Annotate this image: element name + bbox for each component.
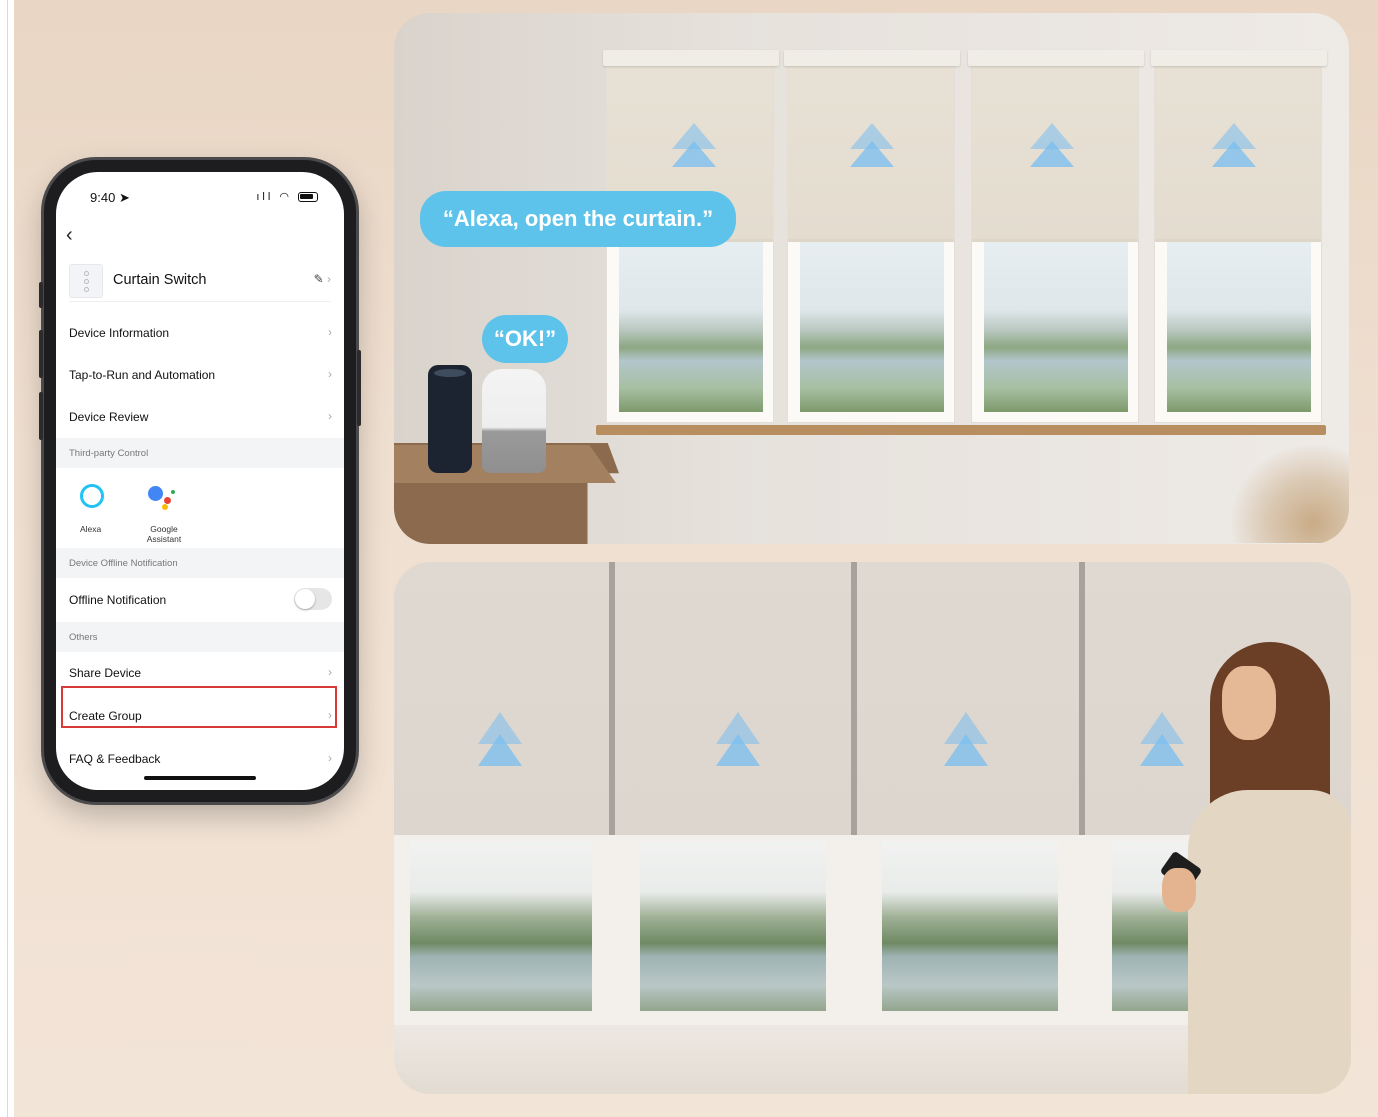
amazon-echo-speaker-icon xyxy=(428,365,472,473)
google-assistant-label: Google Assistant xyxy=(146,524,182,544)
menu-item-label: Share Device xyxy=(69,666,142,680)
up-arrow-icon xyxy=(672,141,716,167)
menu-item-label: Device Review xyxy=(69,410,149,424)
chevron-right-icon: › xyxy=(328,665,332,679)
woman-holding-phone xyxy=(1159,642,1351,1094)
phone-mute-button xyxy=(39,282,43,308)
create-group-highlight-box xyxy=(61,686,337,728)
window xyxy=(968,50,1144,423)
menu-device-information[interactable]: Device Information › xyxy=(56,312,344,354)
chevron-right-icon: › xyxy=(328,367,332,381)
menu-item-label: FAQ & Feedback xyxy=(69,752,161,766)
speech-bubble-reply: “OK!” xyxy=(482,315,568,363)
up-arrow-icon xyxy=(478,734,522,766)
alexa-icon xyxy=(80,484,104,508)
edit-pencil-icon[interactable]: ✎ › xyxy=(314,272,331,286)
chevron-right-icon: › xyxy=(328,751,332,765)
chevron-right-icon: › xyxy=(328,409,332,423)
speech-bubble-command: “Alexa, open the curtain.” xyxy=(420,191,736,247)
offline-notification-label: Offline Notification xyxy=(69,593,167,607)
signal-icon: ıll xyxy=(256,191,274,203)
curtain-switch-thumbnail-icon xyxy=(69,264,103,298)
up-arrow-icon xyxy=(1212,141,1256,167)
up-arrow-icon xyxy=(716,734,760,766)
chevron-right-icon: › xyxy=(328,325,332,339)
wifi-icon: ◠ xyxy=(279,191,292,203)
section-header-others: Others xyxy=(56,622,344,652)
device-header[interactable]: Curtain Switch ✎ › xyxy=(69,264,331,302)
up-arrow-icon xyxy=(1030,141,1074,167)
roller-shade xyxy=(394,562,609,835)
up-arrow-icon xyxy=(850,141,894,167)
menu-tap-to-run[interactable]: Tap-to-Run and Automation › xyxy=(56,354,344,396)
menu-item-label: Tap-to-Run and Automation xyxy=(69,368,216,382)
voice-control-scene: “Alexa, open the curtain.” “OK!” xyxy=(394,13,1349,544)
alexa-label: Alexa xyxy=(80,524,102,534)
window xyxy=(784,50,960,423)
dried-plant-decor xyxy=(1229,443,1349,543)
status-bar: 9:40 ➤ ıll ◠ xyxy=(56,172,344,216)
status-time: 9:40 ➤ xyxy=(90,190,130,205)
device-name: Curtain Switch xyxy=(113,272,207,288)
window xyxy=(1151,50,1327,423)
up-arrow-icon xyxy=(944,734,988,766)
menu-item-label: Device Information xyxy=(69,326,170,340)
battery-icon xyxy=(298,192,318,203)
menu-faq-feedback[interactable]: FAQ & Feedback › xyxy=(56,738,344,780)
window-pane-lake-view xyxy=(640,841,826,1011)
window-pane-lake-view xyxy=(410,841,592,1011)
phone-volume-down-button xyxy=(39,392,43,440)
window-pane-lake-view xyxy=(882,841,1058,1011)
google-home-speaker-icon xyxy=(482,369,546,473)
roller-shade xyxy=(857,562,1079,835)
google-assistant-icon xyxy=(148,484,178,510)
remote-control-scene xyxy=(394,562,1351,1094)
phone-power-button xyxy=(357,350,361,426)
section-header-third-party: Third-party Control xyxy=(56,438,344,468)
offline-notification-row: Offline Notification xyxy=(56,578,344,622)
offline-notification-toggle[interactable] xyxy=(294,588,332,610)
back-chevron-icon[interactable]: ‹ xyxy=(66,224,73,247)
roller-shade xyxy=(615,562,851,835)
third-party-control: Alexa Google Assistant xyxy=(56,468,344,548)
phone-volume-up-button xyxy=(39,330,43,378)
window-sill xyxy=(596,425,1326,435)
location-arrow-icon: ➤ xyxy=(118,190,130,205)
section-header-offline: Device Offline Notification xyxy=(56,548,344,578)
home-indicator xyxy=(144,776,256,780)
status-icons: ıll ◠ xyxy=(256,190,318,203)
menu-device-review[interactable]: Device Review › xyxy=(56,396,344,438)
page-left-border xyxy=(7,0,8,1117)
